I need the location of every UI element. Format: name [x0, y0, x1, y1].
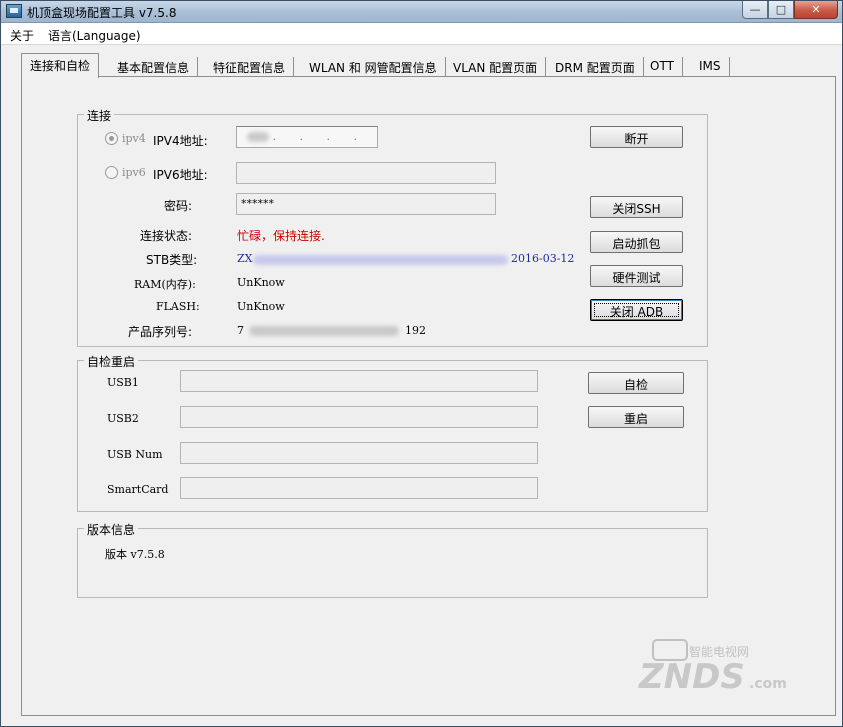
minimize-button[interactable]: —: [742, 1, 768, 19]
restart-button[interactable]: 重启: [588, 406, 684, 428]
maximize-icon: □: [775, 3, 787, 16]
maximize-button[interactable]: □: [768, 1, 794, 19]
smartcard-field[interactable]: [180, 477, 538, 499]
ipv4-address-value: . . . .: [272, 130, 367, 143]
stb-type-label: STB类型:: [146, 253, 198, 267]
close-button[interactable]: ✕: [794, 1, 838, 19]
usb2-label: USB2: [107, 412, 139, 425]
window-title: 机顶盒现场配置工具 v7.5.8: [27, 6, 177, 20]
password-label: 密码:: [164, 199, 193, 213]
ipv6-radio-label: ipv6: [122, 166, 146, 179]
usb-num-field[interactable]: [180, 442, 538, 464]
serial-value-end: 192: [405, 324, 426, 337]
smartcard-label: SmartCard: [107, 483, 169, 496]
serial-value-start: 7: [237, 324, 244, 337]
watermark-suffix: .com: [749, 676, 787, 692]
ram-value: UnKnow: [237, 276, 285, 289]
close-adb-button[interactable]: 关闭 ADB: [590, 299, 683, 321]
app-icon: [6, 4, 22, 18]
minimize-icon: —: [749, 3, 761, 16]
stb-type-value-start: ZX: [237, 252, 253, 265]
selftest-button[interactable]: 自检: [588, 372, 684, 394]
usb2-field[interactable]: [180, 406, 538, 428]
tab-ott[interactable]: OTT: [642, 57, 683, 77]
ipv4-address-label: IPV4地址:: [153, 134, 208, 148]
tab-connect-selftest[interactable]: 连接和自检: [21, 53, 100, 78]
znds-logo-icon: 智能电视网 ZNDS .com: [638, 639, 787, 697]
serial-label: 产品序列号:: [128, 325, 193, 339]
disconnect-button[interactable]: 断开: [590, 126, 683, 148]
tab-basic-config[interactable]: 基本配置信息: [109, 57, 199, 77]
stb-type-value-end: 2016-03-12: [511, 252, 575, 265]
redacted-blur: [249, 326, 399, 336]
ram-label: RAM(内存):: [134, 278, 196, 291]
close-ssh-button[interactable]: 关闭SSH: [590, 196, 683, 218]
flash-label: FLASH:: [156, 300, 200, 313]
watermark-text: ZNDS: [638, 657, 745, 696]
ipv4-radio-label: ipv4: [122, 132, 146, 145]
ipv4-radio[interactable]: [105, 132, 118, 145]
flash-value: UnKnow: [237, 300, 285, 313]
usb1-label: USB1: [107, 376, 139, 389]
usb-num-label: USB Num: [107, 448, 163, 461]
menu-bar: 关于 语言(Language): [1, 23, 842, 45]
ipv6-address-input[interactable]: [236, 162, 496, 184]
selftest-group-title: 自检重启: [84, 353, 139, 370]
menu-about[interactable]: 关于: [10, 27, 34, 44]
app-window: 机顶盒现场配置工具 v7.5.8 — □ ✕ 关于 语言(Language) 连…: [0, 0, 843, 727]
tab-drm-config[interactable]: DRM 配置页面: [547, 57, 644, 77]
password-input[interactable]: ******: [236, 193, 496, 215]
connect-group-title: 连接: [84, 107, 115, 124]
status-label: 连接状态:: [140, 229, 193, 243]
title-bar[interactable]: 机顶盒现场配置工具 v7.5.8 — □ ✕: [1, 1, 842, 23]
znds-watermark: 智能电视网 ZNDS .com: [631, 636, 801, 697]
ipv6-address-label: IPV6地址:: [153, 168, 208, 182]
close-icon: ✕: [811, 3, 821, 16]
version-text: 版本 v7.5.8: [105, 548, 165, 561]
menu-language[interactable]: 语言(Language): [48, 27, 141, 44]
tab-vlan-config[interactable]: VLAN 配置页面: [445, 57, 547, 77]
version-group: 版本信息: [77, 521, 708, 598]
tab-strip: 连接和自检 基本配置信息 特征配置信息 WLAN 和 网管配置信息 VLAN 配…: [21, 53, 741, 78]
usb1-field[interactable]: [180, 370, 538, 392]
start-capture-button[interactable]: 启动抓包: [590, 231, 683, 253]
version-group-title: 版本信息: [84, 521, 139, 538]
redacted-blur: [247, 132, 269, 142]
redacted-blur: [253, 255, 508, 265]
tab-wlan-config[interactable]: WLAN 和 网管配置信息: [301, 57, 446, 77]
ipv4-address-input[interactable]: . . . .: [236, 126, 378, 148]
tab-feature-config[interactable]: 特征配置信息: [205, 57, 295, 77]
window-controls: — □ ✕: [742, 1, 838, 19]
ipv6-radio[interactable]: [105, 166, 118, 179]
status-value: 忙碌，保持连接.: [237, 229, 325, 243]
tab-ims[interactable]: IMS: [691, 57, 730, 77]
hardware-test-button[interactable]: 硬件测试: [590, 265, 683, 287]
